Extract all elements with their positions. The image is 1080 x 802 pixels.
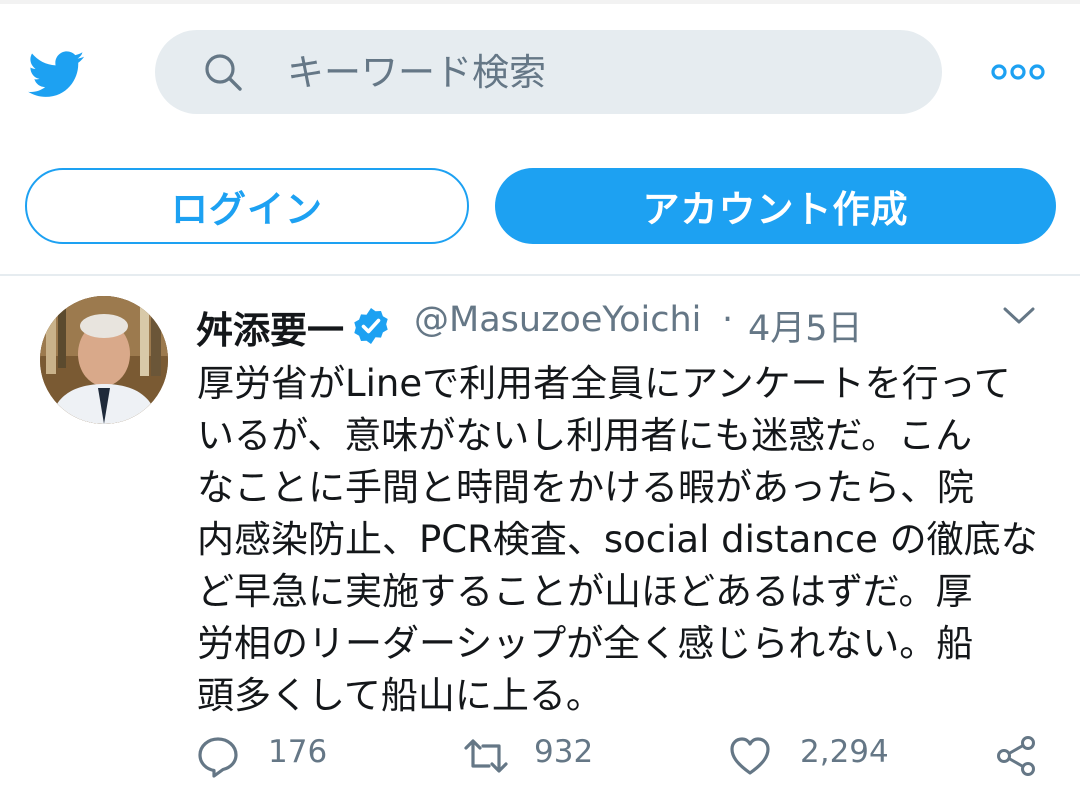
more-dots-icon[interactable] [990,62,1046,82]
search-input[interactable] [287,30,907,114]
retweet-icon[interactable] [462,734,510,778]
signup-button[interactable]: アカウント作成 [495,168,1056,244]
retweet-count: 932 [534,734,594,770]
reply-icon[interactable] [196,734,240,778]
avatar-photo [40,296,168,424]
share-icon[interactable] [994,734,1038,778]
separator-dot: · [722,300,734,340]
search-icon [205,54,242,91]
author-handle[interactable]: @MasuzoeYoichi [414,300,701,340]
chevron-down-icon[interactable] [1002,306,1036,326]
tweet-date[interactable]: 4月5日 [748,300,863,351]
auth-buttons: ログイン アカウント作成 [0,165,1080,247]
tweet-actions: 176 932 2,294 [0,728,1080,784]
like-count: 2,294 [800,734,889,770]
reply-count: 176 [268,734,328,770]
avatar[interactable] [40,296,168,424]
author-name[interactable]: 舛添要一 [196,300,344,354]
twitter-bird-icon[interactable] [24,46,90,102]
login-button[interactable]: ログイン [25,168,469,244]
search-bar[interactable] [155,30,942,114]
tweet-header: 舛添要一 @MasuzoeYoichi · 4月5日 [196,298,1016,352]
verified-badge-icon [354,308,388,344]
tweet-text: 厚労省がLineで利用者全員にアンケートを行って いるが、意味がないし利用者にも… [197,362,1038,717]
like-heart-icon[interactable] [728,734,772,778]
header [0,4,1080,139]
tweet[interactable]: 舛添要一 @MasuzoeYoichi · 4月5日 厚労省がLineで利用者全… [0,276,1080,802]
